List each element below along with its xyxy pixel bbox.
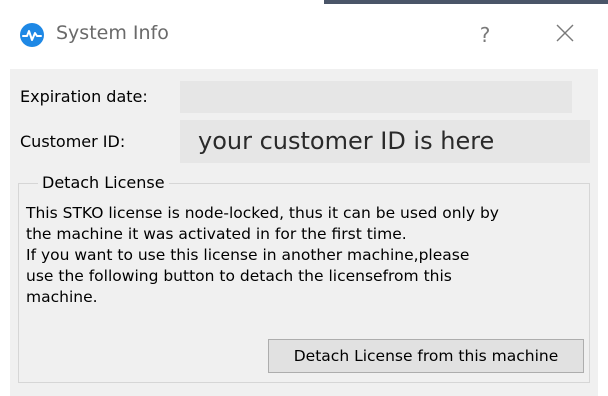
- customer-id-field: your customer ID is here: [180, 120, 590, 163]
- detach-license-legend: Detach License: [38, 173, 169, 192]
- detach-license-description: This STKO license is node-locked, thus i…: [26, 203, 592, 308]
- close-button[interactable]: [540, 14, 590, 56]
- detach-license-button[interactable]: Detach License from this machine: [268, 339, 584, 373]
- description-line: the machine it was activated in for the …: [26, 225, 407, 243]
- window-title: System Info: [56, 22, 169, 44]
- dialog-body: Expiration date: Customer ID: your custo…: [10, 69, 598, 396]
- customer-id-label: Customer ID:: [20, 132, 126, 151]
- system-info-dialog: System Info ? Expiration date: Customer …: [0, 0, 608, 396]
- description-line: machine.: [26, 288, 98, 306]
- close-icon: [555, 23, 575, 47]
- heartbeat-icon: [20, 23, 44, 47]
- expiration-date-field: [180, 81, 572, 113]
- description-line: use the following button to detach the l…: [26, 267, 452, 285]
- expiration-date-label: Expiration date:: [20, 87, 148, 106]
- description-line: This STKO license is node-locked, thus i…: [26, 204, 499, 222]
- description-line: If you want to use this license in anoth…: [26, 246, 470, 264]
- title-bar[interactable]: System Info ?: [0, 4, 608, 64]
- help-button[interactable]: ?: [462, 14, 508, 56]
